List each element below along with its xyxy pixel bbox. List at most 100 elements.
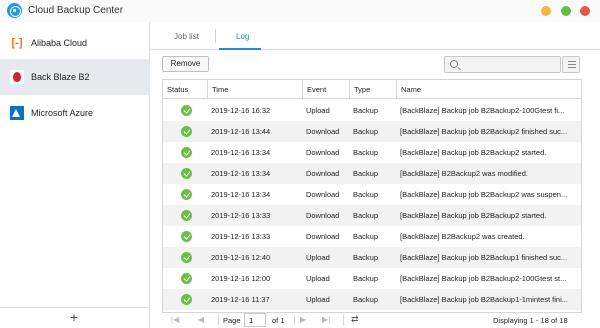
minimize-button[interactable] (541, 6, 551, 16)
column-header-status[interactable]: Status (167, 85, 188, 94)
success-check-icon (181, 105, 192, 116)
tab-bar: Job list Log (150, 22, 600, 50)
tab-job-list[interactable]: Job list (174, 32, 199, 41)
cell-type: Backup (353, 106, 379, 115)
backblaze-icon (10, 70, 24, 84)
sidebar-item-label: Back Blaze B2 (31, 72, 90, 82)
cell-type: Backup (353, 211, 379, 220)
filter-button[interactable] (562, 56, 580, 73)
cell-name: [BackBlaze] Backup job B2Backup2 started… (400, 211, 547, 220)
cell-name: [BackBlaze] Backup job B2Backup2 was sus… (400, 190, 568, 199)
table-row[interactable]: 2019-12-16 13:44 Download Backup [BackBl… (163, 121, 581, 142)
close-button[interactable] (580, 6, 590, 16)
cell-event: Download (306, 190, 340, 199)
cell-type: Backup (353, 148, 379, 157)
success-check-icon (181, 252, 192, 263)
table-row[interactable]: 2019-12-16 16:32 Upload Backup [BackBlaz… (163, 100, 581, 121)
table-row[interactable]: 2019-12-16 12:00 Upload Backup [BackBlaz… (163, 268, 581, 289)
cell-time: 2019-12-16 13:34 (211, 148, 271, 157)
cell-type: Backup (353, 253, 379, 262)
cell-type: Backup (353, 169, 379, 178)
success-check-icon (181, 210, 192, 221)
cell-name: [BackBlaze] Backup job B2Backup2-100Gtes… (400, 106, 565, 115)
add-cloud-button[interactable]: + (66, 309, 82, 325)
column-header-time[interactable]: Time (212, 85, 228, 94)
table-row[interactable]: 2019-12-16 11:37 Upload Backup [BackBlaz… (163, 289, 581, 310)
page-count-label: of 1 (272, 316, 285, 325)
previous-page-icon[interactable]: ◀ (198, 315, 204, 324)
cell-time: 2019-12-16 16:32 (211, 106, 271, 115)
sidebar-item-alibaba-cloud[interactable]: [-] Alibaba Cloud (0, 25, 150, 61)
cell-type: Backup (353, 190, 379, 199)
column-divider (207, 80, 208, 99)
cell-event: Upload (306, 295, 330, 304)
tab-log[interactable]: Log (236, 32, 249, 41)
pagination-info: Displaying 1 - 18 of 18 (493, 316, 568, 325)
column-divider (302, 80, 303, 99)
cell-event: Download (306, 169, 340, 178)
cell-name: [BackBlaze] Backup job B2Backup1-1mintes… (400, 295, 569, 304)
cell-time: 2019-12-16 13:33 (211, 232, 271, 241)
title-bar: Cloud Backup Center (0, 0, 600, 22)
success-check-icon (181, 168, 192, 179)
pager-divider (218, 315, 219, 325)
cell-time: 2019-12-16 13:34 (211, 190, 271, 199)
sidebar-item-microsoft-azure[interactable]: Microsoft Azure (0, 95, 150, 131)
cell-time: 2019-12-16 13:33 (211, 211, 271, 220)
last-page-icon[interactable]: ▶| (322, 315, 330, 324)
column-divider (349, 80, 350, 99)
cell-type: Backup (353, 295, 379, 304)
sidebar-item-label: Microsoft Azure (31, 108, 94, 118)
log-table: Status Time Event Type Name 2019-12-16 1… (162, 79, 582, 313)
app-title: Cloud Backup Center (28, 5, 124, 16)
cell-name: [BackBlaze] Backup job B2Backup2 started… (400, 148, 547, 157)
cell-name: [BackBlaze] Backup job B2Backup1 finishe… (400, 253, 568, 262)
column-header-type[interactable]: Type (354, 85, 370, 94)
table-row[interactable]: 2019-12-16 13:34 Download Backup [BackBl… (163, 163, 581, 184)
success-check-icon (181, 273, 192, 284)
azure-icon (10, 106, 24, 120)
cell-name: [BackBlaze] B2Backup2 was modified. (400, 169, 528, 178)
list-filter-icon (568, 67, 576, 69)
search-box[interactable] (444, 56, 561, 73)
cell-event: Upload (306, 106, 330, 115)
cell-name: [BackBlaze] B2Backup2 was created. (400, 232, 525, 241)
search-icon (450, 60, 458, 68)
cell-event: Download (306, 232, 340, 241)
cell-time: 2019-12-16 12:40 (211, 253, 271, 262)
cloud-backup-icon (7, 3, 22, 18)
tab-divider (215, 29, 216, 43)
table-row[interactable]: 2019-12-16 13:33 Download Backup [BackBl… (163, 226, 581, 247)
cell-event: Download (306, 127, 340, 136)
cell-type: Backup (353, 127, 379, 136)
page-number-input[interactable] (244, 313, 266, 327)
table-row[interactable]: 2019-12-16 13:34 Download Backup [BackBl… (163, 142, 581, 163)
remove-button[interactable]: Remove (162, 56, 209, 72)
success-check-icon (181, 231, 192, 242)
sidebar-item-backblaze-b2[interactable]: Back Blaze B2 (0, 59, 150, 95)
pagination-bar: |◀ ◀ Page of 1 ▶ ▶| ⇄ Displaying 1 - 18 … (162, 313, 582, 328)
page-label: Page (223, 316, 241, 325)
success-check-icon (181, 189, 192, 200)
cell-event: Upload (306, 274, 330, 283)
cell-event: Download (306, 211, 340, 220)
maximize-button[interactable] (561, 6, 571, 16)
search-input[interactable] (461, 59, 557, 70)
column-header-name[interactable]: Name (401, 85, 421, 94)
alibaba-cloud-icon: [-] (11, 37, 23, 49)
first-page-icon[interactable]: |◀ (171, 315, 179, 324)
list-filter-icon (568, 61, 576, 63)
refresh-icon[interactable]: ⇄ (351, 314, 359, 325)
table-row[interactable]: 2019-12-16 13:33 Download Backup [BackBl… (163, 205, 581, 226)
table-row[interactable]: 2019-12-16 13:34 Download Backup [BackBl… (163, 184, 581, 205)
next-page-icon[interactable]: ▶ (300, 315, 306, 324)
cell-type: Backup (353, 274, 379, 283)
sidebar: [-] Alibaba Cloud Back Blaze B2 Microsof… (0, 22, 150, 328)
success-check-icon (181, 126, 192, 137)
table-row[interactable]: 2019-12-16 12:40 Upload Backup [BackBlaz… (163, 247, 581, 268)
cell-event: Upload (306, 253, 330, 262)
column-header-event[interactable]: Event (307, 85, 326, 94)
cell-time: 2019-12-16 13:34 (211, 169, 271, 178)
cell-event: Download (306, 148, 340, 157)
cell-type: Backup (353, 232, 379, 241)
